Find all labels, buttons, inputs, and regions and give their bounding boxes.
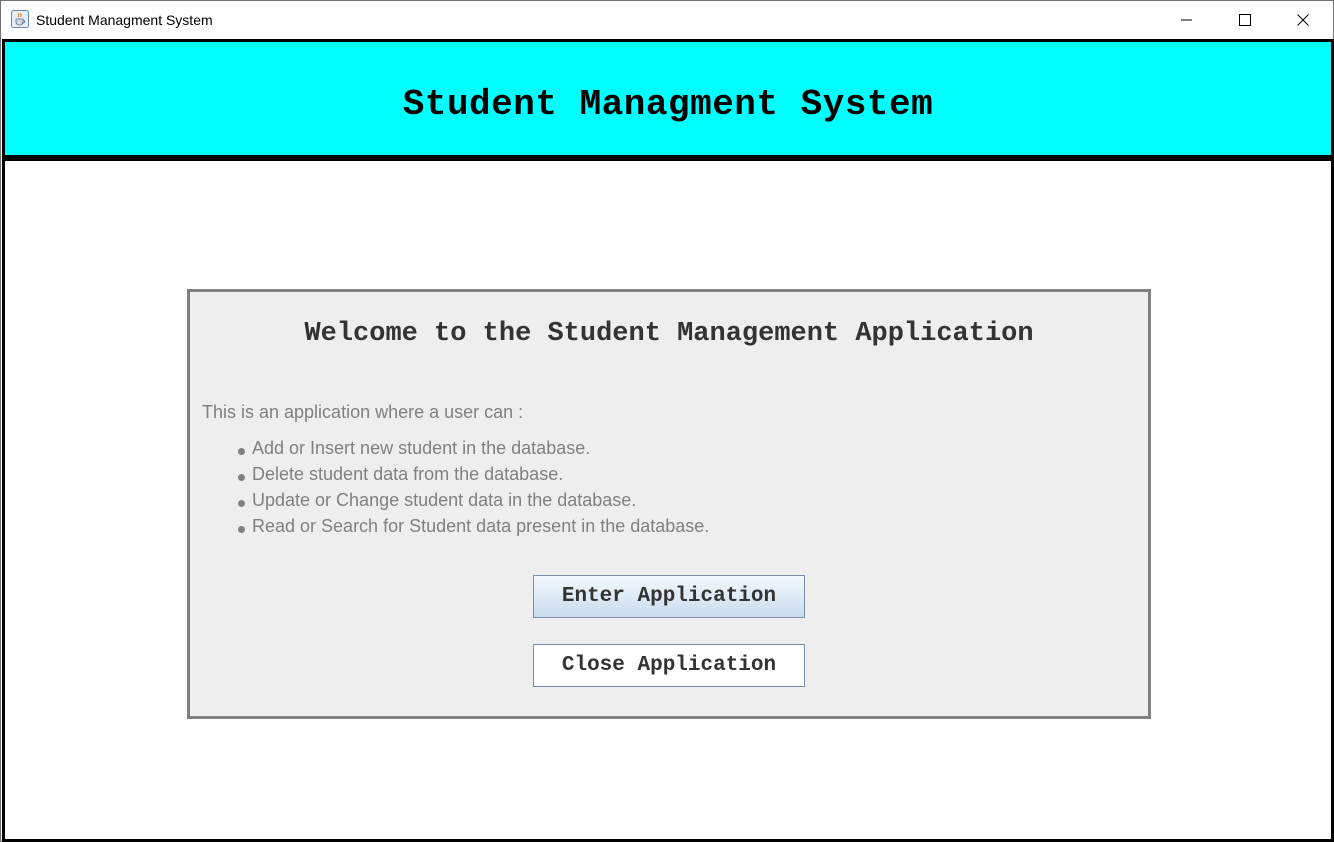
maximize-icon xyxy=(1239,14,1251,26)
feature-text: Add or Insert new student in the databas… xyxy=(252,438,591,458)
welcome-heading: Welcome to the Student Management Applic… xyxy=(304,319,1034,349)
application-window: Student Managment System Student Managme… xyxy=(0,0,1334,842)
list-item: Update or Change student data in the dat… xyxy=(238,490,709,516)
welcome-panel: Welcome to the Student Management Applic… xyxy=(187,289,1151,719)
header-banner: Student Managment System xyxy=(5,42,1331,161)
java-coffee-cup-icon xyxy=(11,10,29,28)
minimize-icon xyxy=(1181,19,1192,21)
close-icon xyxy=(1297,14,1309,26)
window-title: Student Managment System xyxy=(36,12,213,28)
feature-text: Read or Search for Student data present … xyxy=(252,516,710,536)
feature-text: Delete student data from the database. xyxy=(252,464,564,484)
minimize-button[interactable] xyxy=(1158,1,1216,39)
maximize-button[interactable] xyxy=(1216,1,1274,39)
feature-list: Add or Insert new student in the databas… xyxy=(238,438,709,542)
bullet-icon xyxy=(238,448,245,455)
bullet-icon xyxy=(238,474,245,481)
feature-text: Update or Change student data in the dat… xyxy=(252,490,637,510)
content-frame: Student Managment System Welcome to the … xyxy=(2,39,1334,842)
close-application-button[interactable]: Close Application xyxy=(533,644,805,687)
close-window-button[interactable] xyxy=(1274,1,1332,39)
list-item: Read or Search for Student data present … xyxy=(238,516,709,542)
intro-text: This is an application where a user can … xyxy=(202,402,524,422)
enter-application-button[interactable]: Enter Application xyxy=(533,575,805,618)
title-bar[interactable]: Student Managment System xyxy=(1,1,1333,39)
bullet-icon xyxy=(238,500,245,507)
list-item: Add or Insert new student in the databas… xyxy=(238,438,709,464)
header-title: Student Managment System xyxy=(402,84,934,125)
list-item: Delete student data from the database. xyxy=(238,464,709,490)
bullet-icon xyxy=(238,526,245,533)
